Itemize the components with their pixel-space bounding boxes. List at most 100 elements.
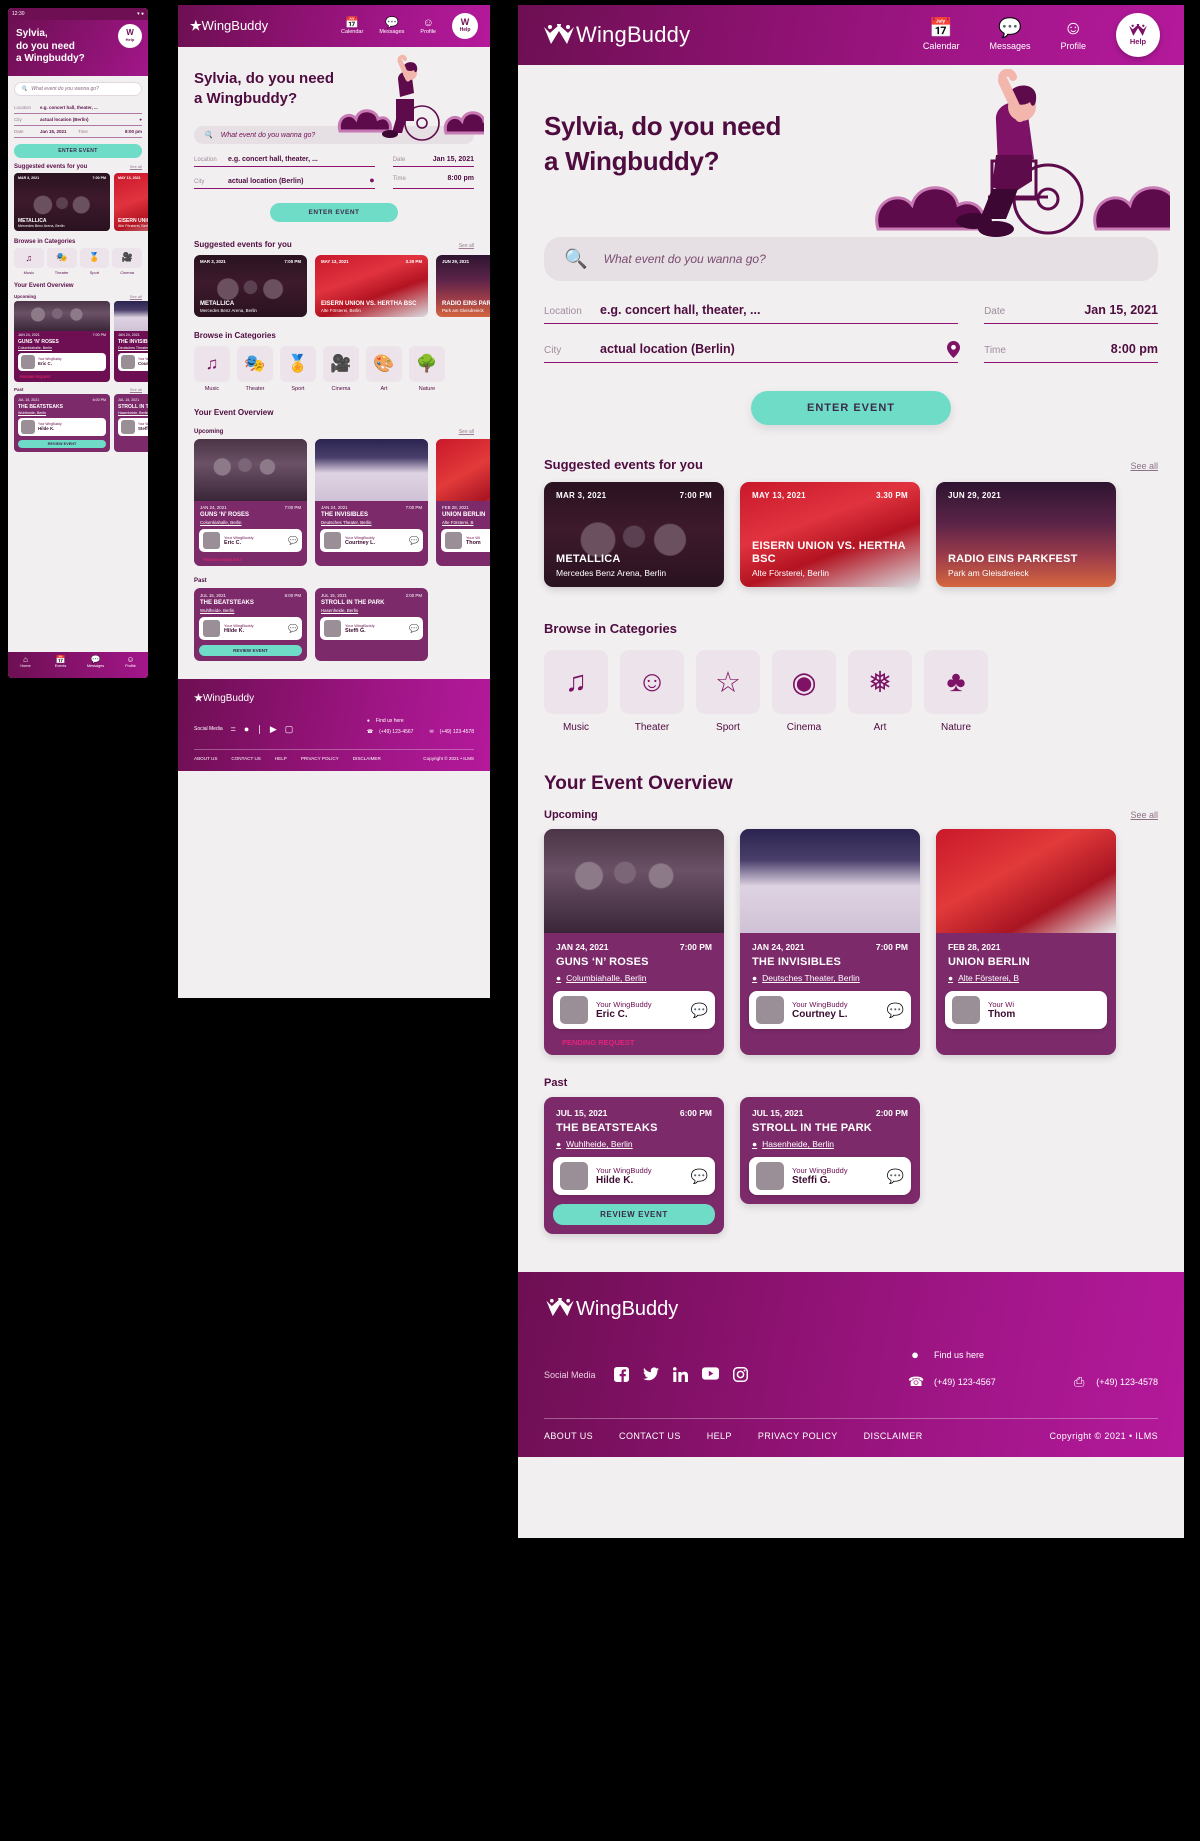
- buddy-card[interactable]: Your WingBuddy Eric C. 💬: [199, 529, 302, 552]
- message-icon[interactable]: 💬: [887, 1002, 904, 1019]
- buddy-card[interactable]: Your WingBuddy Courtney L. 💬: [749, 991, 911, 1029]
- footer-links[interactable]: ABOUT US CONTACT US HELP PRIVACY POLICY …: [544, 1431, 1158, 1441]
- footer-link[interactable]: DISCLAIMER: [353, 756, 381, 761]
- event-card[interactable]: JUN 29, 2021 RADIO EINS PARKFESTPark am …: [436, 255, 490, 317]
- suggested-events-row[interactable]: MAR 3, 2021 7:00 PM METALLICA Mercedes Ben…: [14, 172, 148, 231]
- enter-event-button[interactable]: ENTER EVENT: [14, 143, 142, 158]
- event-card[interactable]: JUL 15, 2021 2:00 PM STROLL IN THE PARK ●…: [740, 1097, 920, 1204]
- see-all-link[interactable]: See all: [1130, 810, 1158, 820]
- location-field[interactable]: Location e.g. concert hall, theater, ...: [194, 156, 375, 167]
- event-card[interactable]: MAY 13, 20213.30 PM EISERN UNION VS. HER…: [315, 255, 428, 317]
- category-sport[interactable]: ☆ Sport: [696, 650, 760, 733]
- message-icon[interactable]: 💬: [691, 1002, 708, 1019]
- message-icon[interactable]: 💬: [288, 624, 298, 633]
- footer-logo[interactable]: WingBuddy: [544, 1296, 1158, 1321]
- facebook-icon[interactable]: =: [231, 724, 236, 735]
- category-nature[interactable]: 🌳 Nature: [409, 346, 445, 392]
- event-card[interactable]: FEB 28, 2021 UNION BERLIN Alte Försterei…: [436, 439, 490, 566]
- upcoming-events-row[interactable]: JAN 24, 2021 7:00 PM GUNS ‘N’ ROSES ● Colu…: [544, 829, 1184, 1055]
- event-card[interactable]: JUL 15, 20212:00 PM STROLL IN THE PARK H…: [315, 588, 428, 661]
- review-event-button[interactable]: REVIEW EVENT: [18, 439, 106, 448]
- date-field[interactable]: Date Jan 15, 2021: [984, 303, 1158, 324]
- footer-link-disclaimer[interactable]: DISCLAIMER: [864, 1431, 923, 1441]
- category-sport[interactable]: 🏅 Sport: [79, 247, 110, 275]
- facebook-icon[interactable]: [613, 1367, 629, 1382]
- category-art[interactable]: ❅ Art: [848, 650, 912, 733]
- buddy-card[interactable]: Your WingBuddySteffi G.: [118, 417, 148, 436]
- mobile-bottom-nav[interactable]: ⌂ Home 📅 Events 💬 Messages ☺ Profile: [8, 652, 148, 678]
- message-icon[interactable]: 💬: [288, 536, 298, 545]
- social-icons[interactable]: [613, 1367, 748, 1382]
- see-all-link[interactable]: See all: [1130, 461, 1158, 471]
- upcoming-events-row[interactable]: JAN 24, 2021 7:00 PM GUNS ‘N’ ROSES Colum…: [194, 439, 490, 566]
- help-button[interactable]: W Help: [452, 13, 478, 39]
- nav-calendar[interactable]: 📅 Calendar: [923, 19, 960, 51]
- time-field[interactable]: Time 8:00 pm: [392, 175, 474, 189]
- youtube-icon[interactable]: ▶: [270, 724, 277, 735]
- message-icon[interactable]: 💬: [409, 624, 419, 633]
- youtube-icon[interactable]: [701, 1367, 719, 1380]
- event-card[interactable]: JUL 15, 2021 6:00 PM THE BEATSTEAKS Wuhlh…: [14, 393, 110, 452]
- linkedin-icon[interactable]: ∣: [257, 724, 262, 735]
- footer-link-contact-us[interactable]: CONTACT US: [619, 1431, 681, 1441]
- help-button[interactable]: Help: [1116, 13, 1160, 57]
- event-card[interactable]: JAN 24, 2021 7:00 PM GUNS ‘N’ ROSES Colum…: [194, 439, 307, 566]
- phone-number[interactable]: (+49) 123-4567: [934, 1377, 996, 1387]
- social-icons[interactable]: = ● ∣ ▶ ▢: [231, 724, 294, 735]
- categories-row[interactable]: ♫ Music 🎭 Theater 🏅 Sport 🎥 Cinema: [14, 247, 142, 275]
- event-card[interactable]: JAN 24, 2021 7:00 PM THE INVISIBLES ● Deut…: [740, 829, 920, 1055]
- message-icon[interactable]: 💬: [887, 1168, 904, 1185]
- footer-link[interactable]: ABOUT US: [194, 756, 217, 761]
- city-field[interactable]: City actual location (Berlin) ●: [194, 175, 375, 189]
- buddy-card[interactable]: Your WingBuddy Hilde K. 💬: [199, 617, 302, 640]
- date-time-field[interactable]: Date Jan 15, 2021 Time 8:00 pm: [14, 126, 142, 138]
- event-card[interactable]: MAY 13, 20213.30 PM EISERN UNION VS. HER…: [740, 482, 920, 587]
- nav-messages[interactable]: 💬 Messages: [989, 19, 1030, 51]
- location-field[interactable]: Location e.g. concert hall, theater, ...: [14, 102, 142, 114]
- see-all-link[interactable]: See all: [459, 243, 474, 249]
- location-field[interactable]: Location e.g. concert hall, theater, ...: [544, 303, 959, 324]
- event-card[interactable]: JUL 15, 2021 6:00 PM THE BEATSTEAKS Wuhlh…: [194, 588, 307, 661]
- buddy-card[interactable]: Your WingBuddy Eric C. 💬: [553, 991, 715, 1029]
- category-theater[interactable]: 🎭 Theater: [46, 247, 77, 275]
- message-icon[interactable]: 💬: [691, 1168, 708, 1185]
- buddy-card[interactable]: Your WingBuddy Eric C.: [18, 352, 106, 371]
- buddy-card[interactable]: Your Wi Thom: [945, 991, 1107, 1029]
- date-field[interactable]: Date Jan 15, 2021: [392, 156, 474, 167]
- footer-link-privacy-policy[interactable]: PRIVACY POLICY: [758, 1431, 838, 1441]
- event-card[interactable]: JUL 15, 20212:00 PM STROLL IN THE PARK H…: [114, 393, 148, 452]
- category-theater[interactable]: 🎭 Theater: [237, 346, 273, 392]
- event-card[interactable]: MAR 3, 2021 7:00 PM METALLICA Mercedes Ben…: [544, 482, 724, 587]
- buddy-card[interactable]: Your WingBuddy Hilde K.: [18, 417, 106, 436]
- message-icon[interactable]: 💬: [409, 536, 419, 545]
- event-card[interactable]: JAN 24, 2021 7:00 PM GUNS ‘N’ ROSES Colum…: [14, 300, 110, 382]
- suggested-events-row[interactable]: MAR 3, 2021 7:00 PM METALLICA Mercedes Ben…: [544, 482, 1184, 587]
- category-sport[interactable]: 🏅 Sport: [280, 346, 316, 392]
- see-all-link[interactable]: See all: [130, 164, 142, 169]
- categories-row[interactable]: ♫ Music 🎭 Theater 🏅 Sport 🎥 Cinema 🎨 Art 🌳 Nat…: [194, 346, 474, 392]
- category-music[interactable]: ♫ Music: [14, 247, 44, 275]
- see-all-link[interactable]: See all: [130, 294, 142, 299]
- desktop-nav[interactable]: 📅 Calendar 💬 Messages ☺ Profile Help: [923, 13, 1160, 57]
- category-music[interactable]: ♫ Music: [194, 346, 230, 392]
- see-all-link[interactable]: See all: [459, 429, 474, 435]
- suggested-events-row[interactable]: MAR 3, 2021 7:00 PM METALLICA Mercedes Ben…: [194, 255, 490, 317]
- logo[interactable]: WingBuddy: [542, 22, 690, 48]
- enter-event-button[interactable]: ENTER EVENT: [270, 203, 398, 222]
- event-card[interactable]: JAN 24, 20217:00 PM THE INVISIBLES Deuts…: [114, 300, 148, 382]
- linkedin-icon[interactable]: [672, 1367, 688, 1382]
- event-card[interactable]: FEB 28, 2021 UNION BERLIN ● Alte Förstere…: [936, 829, 1116, 1055]
- category-cinema[interactable]: ◉ Cinema: [772, 650, 836, 733]
- footer-logo[interactable]: ★WingBuddy: [194, 693, 474, 704]
- category-art[interactable]: 🎨 Art: [366, 346, 402, 392]
- fax-number[interactable]: (+49) 123-4578: [1096, 1377, 1158, 1387]
- nav-profile[interactable]: ☺ Profile: [1060, 19, 1086, 51]
- categories-row[interactable]: ♫ Music ☺ Theater ☆ Sport ◉ Cinema ❅ Art ♣ Nat…: [544, 650, 1158, 733]
- enter-event-button[interactable]: ENTER EVENT: [751, 391, 951, 425]
- category-cinema[interactable]: 🎥 Cinema: [323, 346, 359, 392]
- event-card[interactable]: MAR 3, 2021 7:00 PM METALLICA Mercedes Ben…: [194, 255, 307, 317]
- event-card[interactable]: JAN 24, 20217:00 PM THE INVISIBLES Deuts…: [315, 439, 428, 566]
- past-events-row[interactable]: JUL 15, 2021 6:00 PM THE BEATSTEAKS Wuhlh…: [194, 588, 490, 661]
- footer-link-help[interactable]: HELP: [707, 1431, 732, 1441]
- see-all-link[interactable]: See all: [130, 387, 142, 392]
